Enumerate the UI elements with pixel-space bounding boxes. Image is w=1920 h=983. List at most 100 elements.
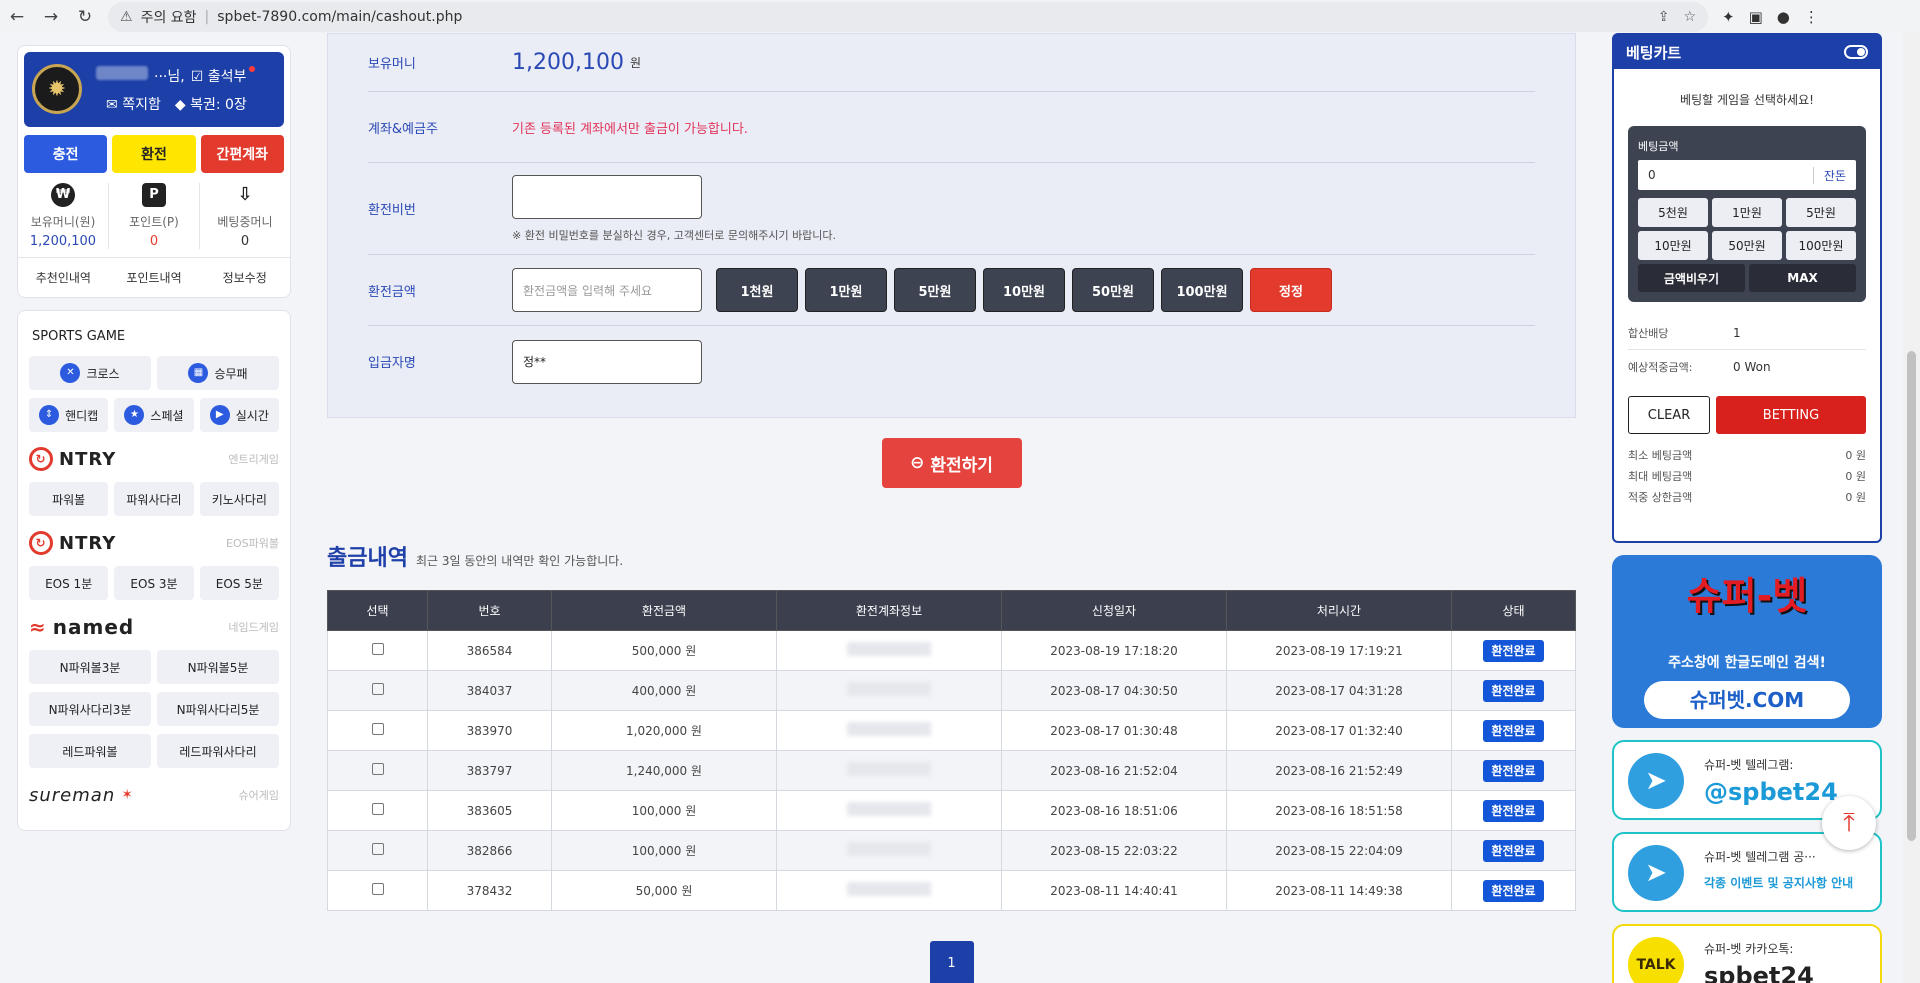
depositor-input[interactable]: 정** [512,339,702,384]
quick-50k-button[interactable]: 5만원 [1786,198,1856,227]
share-icon[interactable]: ⇪ [1658,9,1670,25]
sidebar-icon[interactable]: ▣ [1749,8,1763,26]
game-red-ladder[interactable]: 레드파워사다리 [157,734,279,768]
amount-100k-button[interactable]: 10만원 [983,268,1065,312]
won-icon: ₩ [51,183,75,207]
processed-cell: 2023-08-17 01:32:40 [1226,710,1452,751]
cart-hint: 베팅할 게임을 선택하세요! [1680,93,1814,107]
stat-betting-value: 0 [240,234,250,249]
edit-profile-link[interactable]: 정보수정 [199,269,290,286]
row-checkbox[interactable] [371,643,384,655]
extensions-icon[interactable]: ✦ [1722,8,1735,26]
named-brand-sub: 네임드게임 [228,621,279,634]
game-cross[interactable]: ✕ 크로스 [29,356,151,390]
scrollbar-thumb[interactable] [1907,351,1916,841]
reload-icon[interactable]: ↻ [68,7,102,27]
game-eos-5[interactable]: EOS 5분 [199,566,279,600]
stat-betting: ⇩ 베팅중머니 0 [200,183,290,249]
menu-icon[interactable]: ⋮ [1804,8,1819,26]
ntry-eos-brand-sub: EOS파워볼 [226,537,279,550]
exchange-password-input[interactable] [512,174,702,219]
game-n-powerball-3[interactable]: N파워볼3분 [29,650,151,684]
attendance-label: 출석부 [207,69,247,85]
amount-1k-button[interactable]: 1천원 [716,268,798,312]
row-status-badge[interactable]: 환전완료 [1483,880,1544,902]
cart-toggle[interactable] [1844,45,1868,59]
exchange-submit-button[interactable]: ⊖ 환전하기 [881,438,1022,488]
quick-500k-button[interactable]: 50만원 [1712,231,1782,260]
row-status-badge[interactable]: 환전완료 [1483,720,1544,742]
row-status-badge[interactable]: 환전완료 [1483,800,1544,822]
telegram-label: 슈퍼-벳 텔레그램: [1704,758,1794,772]
exchange-button[interactable]: 환전 [112,135,196,173]
row-checkbox[interactable] [371,883,384,895]
game-n-ladder-3[interactable]: N파워사다리3분 [29,692,151,726]
betting-button[interactable]: BETTING [1716,396,1866,434]
requested-cell: 2023-08-19 17:18:20 [1001,630,1227,671]
bet-amount-input[interactable]: 0 잔돈 [1638,160,1856,190]
game-powerball[interactable]: 파워볼 [29,482,109,516]
amount-50k-button[interactable]: 5만원 [894,268,976,312]
ntry-brand-sub: 엔트리게임 [228,453,279,466]
quick-account-button[interactable]: 간편계좌 [200,135,284,173]
referral-history-link[interactable]: 추천인내역 [18,269,109,286]
superbet-domain-banner[interactable]: 슈퍼-벳 주소창에 한글도메인 검색! 슈퍼벳.COM [1612,555,1882,728]
game-handicap[interactable]: ⇕ 핸디캡 [29,398,109,432]
row-status-badge[interactable]: 환전완료 [1483,840,1544,862]
game-eos-1[interactable]: EOS 1분 [29,566,109,600]
telegram-notice-label: 슈퍼-벳 텔레그램 공··· [1704,850,1816,864]
point-history-link[interactable]: 포인트내역 [109,269,200,286]
row-checkbox[interactable] [371,723,384,735]
game-live[interactable]: ▶ 실시간 [199,398,279,432]
coupons-link[interactable]: ◆ 복권: 0장 [175,94,247,114]
row-checkbox[interactable] [371,803,384,815]
balance-button[interactable]: 잔돈 [1812,166,1846,184]
row-no: 383970 [466,723,513,738]
amount-1m-button[interactable]: 100만원 [1161,268,1243,312]
kakaotalk-banner[interactable]: TALK 슈퍼-벳 카카오톡: spbet24 [1612,924,1882,983]
game-handicap-label: 핸디캡 [65,408,99,423]
quick-5k-button[interactable]: 5천원 [1638,198,1708,227]
win-cap-value: 0 원 [1845,490,1866,504]
row-checkbox[interactable] [371,843,384,855]
row-checkbox[interactable] [371,683,384,695]
game-n-powerball-5[interactable]: N파워볼5분 [157,650,279,684]
quick-10k-button[interactable]: 1만원 [1712,198,1782,227]
url-text: spbet-7890.com/main/cashout.php [217,8,463,25]
star-icon: ★ [124,405,145,425]
scroll-to-top-icon[interactable]: ⤒ [1822,796,1876,850]
account-cell [776,830,1002,871]
back-icon[interactable]: ← [0,7,34,27]
quick-100k-button[interactable]: 10만원 [1638,231,1708,260]
attendance-link[interactable]: ☑ 출석부 [191,66,247,86]
amount-500k-button[interactable]: 50만원 [1072,268,1154,312]
game-special[interactable]: ★ 스페셜 [114,398,194,432]
amount-10k-button[interactable]: 1만원 [805,268,887,312]
row-status-badge[interactable]: 환전완료 [1483,760,1544,782]
quick-1m-button[interactable]: 100만원 [1786,231,1856,260]
forward-icon[interactable]: → [34,7,68,27]
profile-avatar-icon[interactable]: ● [1777,8,1790,26]
game-keno-ladder[interactable]: 키노사다리 [199,482,279,516]
live-icon: ▶ [209,405,230,425]
game-power-ladder[interactable]: 파워사다리 [114,482,194,516]
game-n-ladder-5[interactable]: N파워사다리5분 [157,692,279,726]
page-1-button[interactable]: 1 [929,941,974,983]
game-red-powerball[interactable]: 레드파워볼 [29,734,151,768]
row-checkbox[interactable] [371,763,384,775]
row-status-badge[interactable]: 환전완료 [1483,680,1544,702]
max-button[interactable]: MAX [1749,264,1856,292]
row-status-badge[interactable]: 환전완료 [1483,640,1544,662]
scrollbar[interactable] [1903,33,1920,983]
clear-amount-button[interactable]: 금액비우기 [1638,264,1745,292]
game-winlose[interactable]: ▦ 승무패 [157,356,279,390]
amount-input[interactable]: 환전금액을 입력해 주세요 [512,268,702,312]
bookmark-star-icon[interactable]: ☆ [1683,9,1696,25]
clear-button[interactable]: CLEAR [1628,396,1710,434]
game-eos-3[interactable]: EOS 3분 [114,566,194,600]
address-bar[interactable]: ⚠ 주의 요함 | spbet-7890.com/main/cashout.ph… [108,1,1708,32]
messages-link[interactable]: ✉ 쪽지함 [106,94,161,114]
ntry-brand-name: NTRY [59,448,117,470]
reset-button[interactable]: 정정 [1250,268,1332,312]
charge-button[interactable]: 충전 [24,135,108,173]
